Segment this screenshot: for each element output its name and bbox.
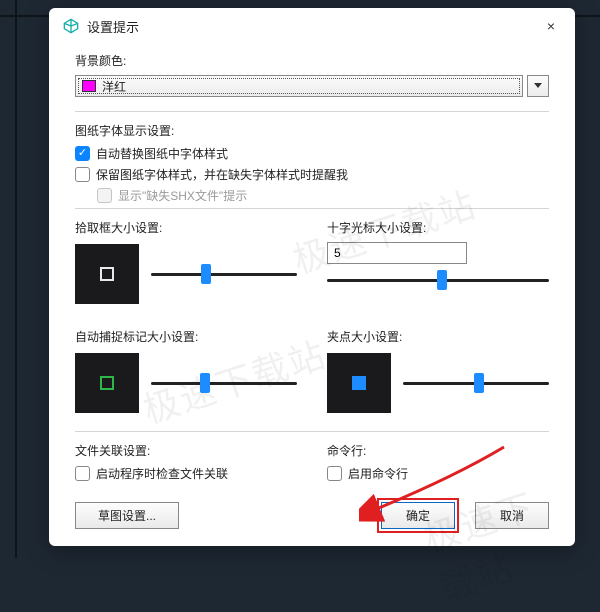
grip-shape-icon xyxy=(352,376,366,390)
pickbox-label: 拾取框大小设置: xyxy=(75,219,297,236)
checkbox-label: 显示"缺失SHX文件"提示 xyxy=(118,187,247,204)
checkbox-icon xyxy=(75,167,90,182)
ok-highlight: 确定 xyxy=(377,498,459,533)
checkbox-label: 自动替换图纸中字体样式 xyxy=(96,145,228,162)
grip-label: 夹点大小设置: xyxy=(327,328,549,345)
grip-slider[interactable] xyxy=(403,373,549,393)
color-swatch xyxy=(82,80,96,92)
chevron-down-icon xyxy=(534,83,542,89)
settings-dialog: 设置提示 × 极速下载站 极速下载站 背景颜色: 洋红 图纸字体显示设置: 自动… xyxy=(49,8,575,546)
checkbox-check-file-assoc[interactable]: 启动程序时检查文件关联 xyxy=(75,465,297,482)
checkbox-label: 启用命令行 xyxy=(348,465,408,482)
close-button[interactable]: × xyxy=(541,16,561,36)
checkbox-show-missing-shx: 显示"缺失SHX文件"提示 xyxy=(97,187,549,204)
checkbox-icon xyxy=(75,146,90,161)
checkbox-label: 启动程序时检查文件关联 xyxy=(96,465,228,482)
dialog-title: 设置提示 xyxy=(87,17,139,36)
crosshair-slider[interactable] xyxy=(327,270,549,290)
snap-preview xyxy=(75,353,139,413)
bg-color-select[interactable]: 洋红 xyxy=(75,75,523,97)
ok-button[interactable]: 确定 xyxy=(381,502,455,529)
checkbox-replace-font[interactable]: 自动替换图纸中字体样式 xyxy=(75,145,549,162)
titlebar: 设置提示 × xyxy=(49,8,575,44)
checkbox-icon xyxy=(75,466,90,481)
snap-slider[interactable] xyxy=(151,373,297,393)
grip-preview xyxy=(327,353,391,413)
divider xyxy=(75,208,549,209)
cmdline-label: 命令行: xyxy=(327,442,549,459)
pickbox-preview xyxy=(75,244,139,304)
snap-shape-icon xyxy=(100,376,114,390)
app-icon xyxy=(63,18,79,34)
pickbox-slider[interactable] xyxy=(151,264,297,284)
checkbox-icon xyxy=(327,466,342,481)
dialog-footer: 草图设置... 确定 取消 xyxy=(49,486,575,549)
bg-color-label: 背景颜色: xyxy=(75,52,549,69)
crosshair-label: 十字光标大小设置: xyxy=(327,219,549,236)
pickbox-shape-icon xyxy=(100,267,114,281)
close-icon: × xyxy=(547,18,555,34)
snap-label: 自动捕捉标记大小设置: xyxy=(75,328,297,345)
bg-color-dropdown-button[interactable] xyxy=(527,75,549,97)
divider xyxy=(75,111,549,112)
bg-color-value: 洋红 xyxy=(102,78,126,95)
sketch-settings-button[interactable]: 草图设置... xyxy=(75,502,179,529)
cancel-button[interactable]: 取消 xyxy=(475,502,549,529)
checkbox-enable-cmdline[interactable]: 启用命令行 xyxy=(327,465,549,482)
font-settings-label: 图纸字体显示设置: xyxy=(75,122,549,139)
checkbox-icon xyxy=(97,188,112,203)
checkbox-label: 保留图纸字体样式，并在缺失字体样式时提醒我 xyxy=(96,166,348,183)
divider xyxy=(75,431,549,432)
file-assoc-label: 文件关联设置: xyxy=(75,442,297,459)
crosshair-size-input[interactable]: 5 xyxy=(327,242,467,264)
checkbox-keep-font[interactable]: 保留图纸字体样式，并在缺失字体样式时提醒我 xyxy=(75,166,549,183)
dialog-content: 极速下载站 极速下载站 背景颜色: 洋红 图纸字体显示设置: 自动替换图纸中字体… xyxy=(49,44,575,486)
